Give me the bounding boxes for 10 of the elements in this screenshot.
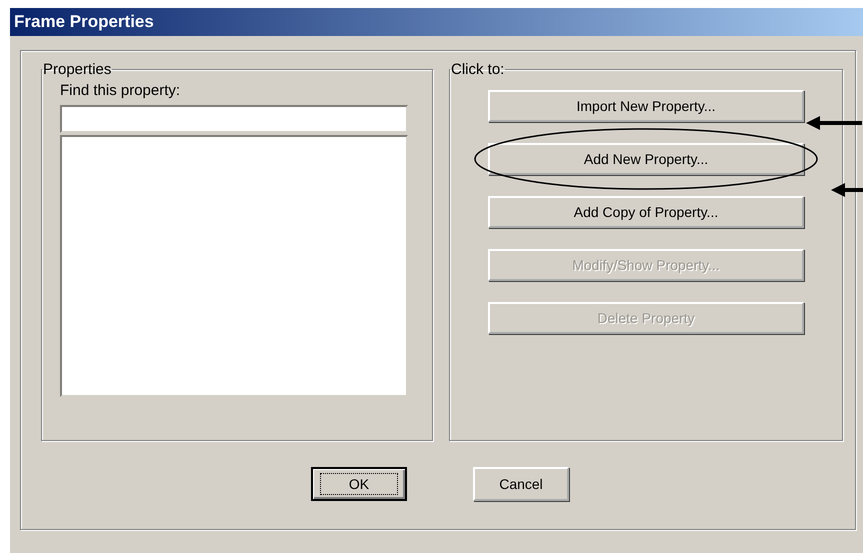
window-title: Frame Properties (14, 12, 154, 32)
action-button[interactable]: Import New Property... (488, 90, 804, 122)
field-label: Find this property: (60, 82, 182, 99)
search-field[interactable] (60, 105, 408, 133)
action-button[interactable]: Add New Property... (488, 143, 804, 175)
dialog-button[interactable]: OK (311, 467, 407, 501)
dialog-button[interactable]: Cancel (473, 467, 569, 501)
action-button[interactable]: Add Copy of Property... (488, 196, 804, 228)
group-label: Click to: (450, 61, 506, 78)
group-label: Properties (42, 61, 112, 78)
